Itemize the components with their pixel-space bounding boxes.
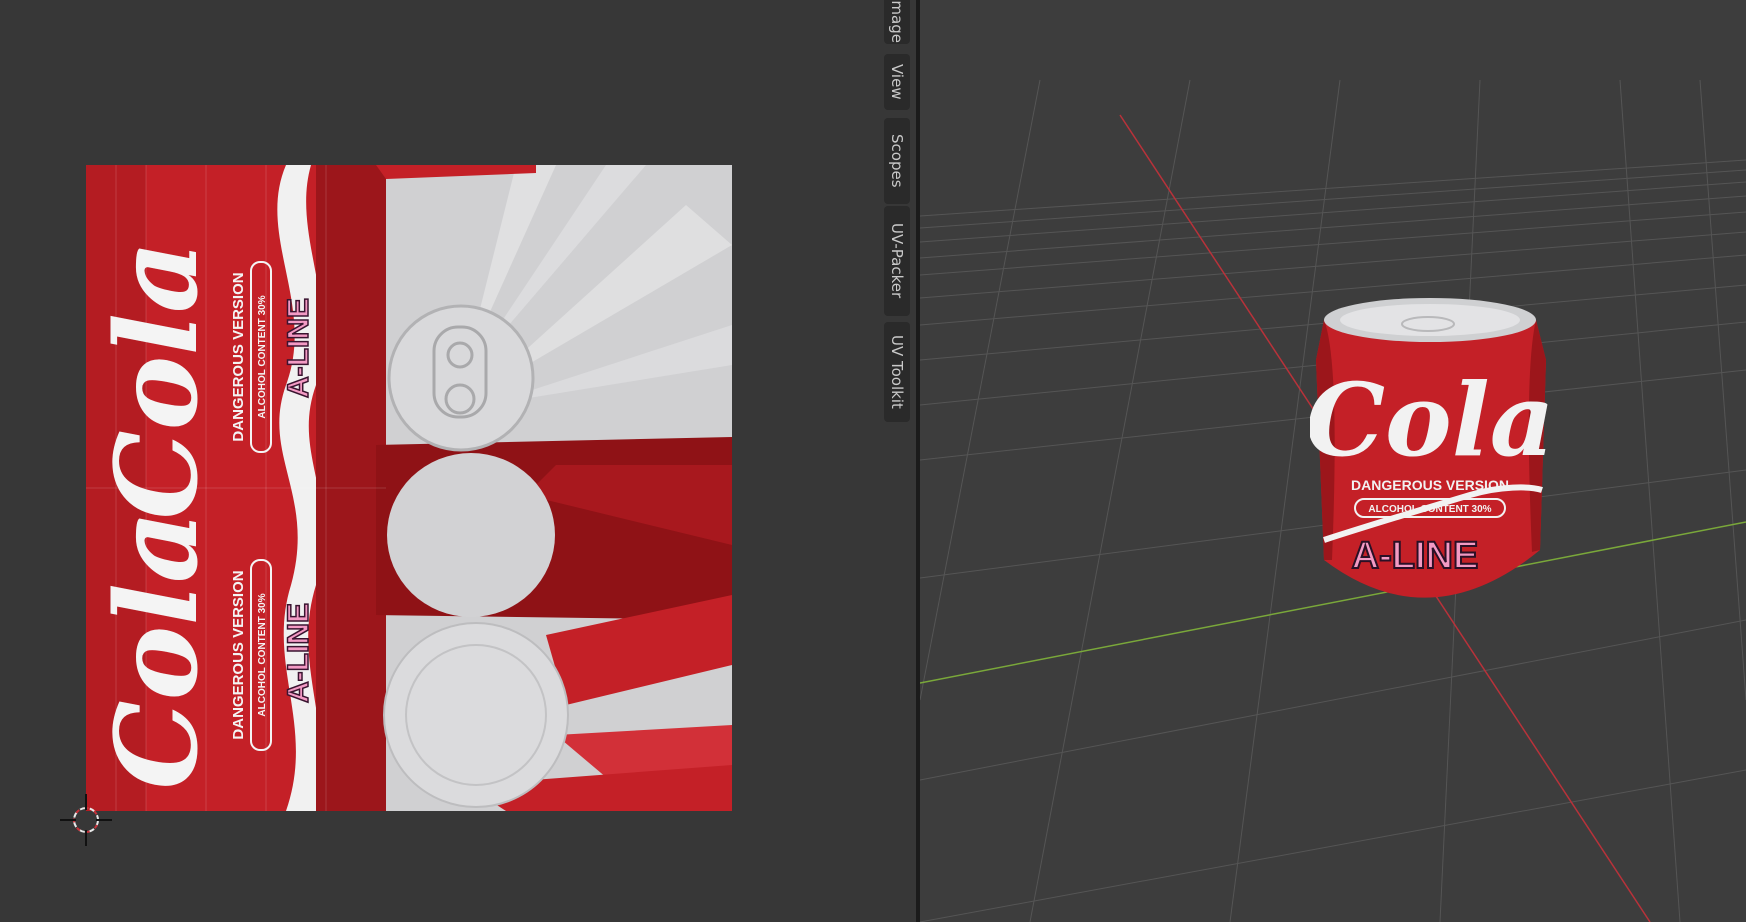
tagline-bottom: DANGEROUS VERSION: [230, 570, 247, 739]
tab-image[interactable]: Image: [884, 0, 910, 44]
3d-viewport[interactable]: Cola DANGEROUS VERSION ALCOHOL CONTENT 3…: [920, 0, 1746, 922]
aline-logo-bottom: A-LINE: [282, 603, 315, 703]
aline-logo-top: A-LINE: [282, 298, 315, 398]
tab-scopes[interactable]: Scopes: [884, 118, 910, 204]
sidebar-tabs: Image View Scopes UV-Packer UV Toolkit: [884, 0, 912, 430]
2d-cursor-icon[interactable]: [58, 792, 114, 848]
tab-image-label: Image: [888, 0, 906, 43]
tab-uv-packer[interactable]: UV-Packer: [884, 206, 910, 316]
tab-view[interactable]: View: [884, 54, 910, 110]
can-aline-logo: A-LINE: [1352, 535, 1479, 577]
uv-texture[interactable]: Cola DANGEROUS VERSION ALCOHOL CONTENT 3…: [86, 165, 732, 811]
cola-logo-bottom: Cola: [92, 511, 223, 790]
tab-scopes-label: Scopes: [888, 134, 906, 188]
tab-view-label: View: [888, 64, 906, 100]
cola-can-model[interactable]: Cola DANGEROUS VERSION ALCOHOL CONTENT 3…: [1310, 290, 1550, 640]
tab-uv-toolkit[interactable]: UV Toolkit: [884, 322, 910, 422]
tagline-top: DANGEROUS VERSION: [230, 272, 247, 441]
can-subtag: ALCOHOL CONTENT 30%: [1368, 504, 1491, 515]
can-tagline: DANGEROUS VERSION: [1351, 477, 1509, 493]
uv-editor[interactable]: Cola DANGEROUS VERSION ALCOHOL CONTENT 3…: [0, 0, 916, 922]
can-cola-logo: Cola: [1310, 361, 1550, 479]
cola-logo-top: Cola: [92, 241, 223, 520]
tab-uv-packer-label: UV-Packer: [888, 223, 906, 299]
tab-uv-toolkit-label: UV Toolkit: [888, 335, 906, 409]
